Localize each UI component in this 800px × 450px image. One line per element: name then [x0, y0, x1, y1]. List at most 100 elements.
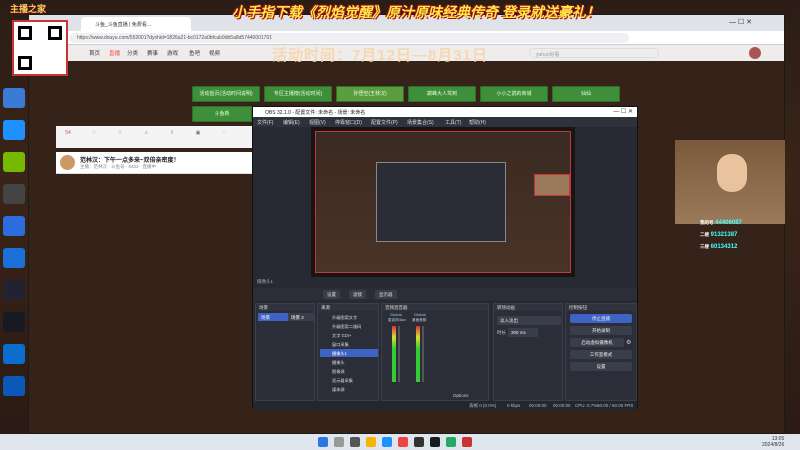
- obs-window-controls[interactable]: — ☐ ✕: [613, 108, 633, 115]
- mixer-meter-label: 麦克风/Aux: [388, 318, 406, 322]
- qr-finder: [18, 56, 32, 70]
- scene-item[interactable]: 场景 2: [288, 313, 314, 321]
- display-button[interactable]: 显示器: [375, 290, 397, 299]
- app-icon[interactable]: [462, 437, 472, 447]
- gear-icon[interactable]: ⚙: [626, 339, 631, 346]
- banner-tab-2[interactable]: 孙悟空(王林汉): [336, 86, 404, 102]
- bag-icon[interactable]: ▣: [192, 130, 204, 140]
- bitrate: 0 kbps: [507, 403, 521, 408]
- browser-icon[interactable]: [3, 120, 25, 140]
- taskview-icon[interactable]: [350, 437, 360, 447]
- source-item[interactable]: 升级图案文字: [320, 313, 378, 321]
- qr-code: [12, 20, 68, 76]
- steam-icon[interactable]: [3, 312, 25, 332]
- app-icon[interactable]: [3, 280, 25, 300]
- source-item[interactable]: 摄像头1: [320, 349, 378, 357]
- volume-slider[interactable]: [422, 326, 424, 382]
- source-item[interactable]: 媒体源: [320, 385, 378, 393]
- avatar[interactable]: [749, 47, 761, 59]
- virtual-camera-button[interactable]: 启动虚拟摄像机: [570, 338, 624, 347]
- nav-games[interactable]: 游戏: [167, 49, 178, 57]
- nvidia-icon[interactable]: [3, 152, 25, 172]
- like-icon[interactable]: ☆: [114, 130, 126, 140]
- search-icon[interactable]: [334, 437, 344, 447]
- obs-icon[interactable]: [414, 437, 424, 447]
- tab-douyu[interactable]: 斗鱼_斗鱼直播 | 免费看...: [81, 17, 191, 31]
- source-item[interactable]: 文字 GDI+: [320, 331, 378, 339]
- player-toolbar: 54 ♡ ☆ ♫ ⇪ ▣ ⋯: [56, 126, 254, 148]
- sources-dock: 来源 升级图案文字 升级图案二维码 文字 GDI+ 窗口采集 摄像头1 摄像头 …: [317, 303, 379, 401]
- nested-obs-preview: [376, 162, 506, 242]
- menu-scene-collection[interactable]: 场景集合(S): [407, 119, 434, 126]
- nav-live[interactable]: 直播: [109, 49, 120, 57]
- app-icon[interactable]: [446, 437, 456, 447]
- volume-slider[interactable]: [398, 326, 400, 382]
- scenes-title: 场景: [256, 304, 314, 311]
- sources-title: 来源: [318, 304, 378, 311]
- banner-tab-3[interactable]: 巅峰大人驾到: [408, 86, 476, 102]
- nav-fishbar[interactable]: 鱼吧: [189, 49, 200, 57]
- room-title: 范林汉：下午一点多来~双倍亲密度！: [80, 158, 180, 164]
- menu-view[interactable]: 视图(V): [309, 119, 326, 126]
- source-item[interactable]: 图像源: [320, 367, 378, 375]
- stop-streaming-button[interactable]: 停止直播: [570, 314, 632, 323]
- menu-docks[interactable]: 停靠窗口(D): [335, 119, 362, 126]
- clock[interactable]: 13:05 2024/8/26: [762, 436, 784, 448]
- gift-icon[interactable]: ♡: [88, 130, 100, 140]
- more-icon[interactable]: ⋯: [218, 130, 230, 140]
- level-icon: 54: [65, 130, 71, 136]
- banner-tab-4[interactable]: 小小之鸽的商城: [480, 86, 548, 102]
- source-item[interactable]: 摄像头: [320, 358, 378, 366]
- douyu-icon[interactable]: [398, 437, 408, 447]
- banner-tab-6[interactable]: 斗鱼新: [192, 106, 252, 122]
- game-icon[interactable]: [3, 216, 25, 236]
- address-bar: ← → ⟳ https://www.douyu.com/552001?dyshi…: [29, 31, 784, 45]
- browser-icon[interactable]: [382, 437, 392, 447]
- transition-select[interactable]: 淡入淡出: [497, 316, 561, 325]
- menu-edit[interactable]: 编辑(E): [283, 119, 300, 126]
- settings-button[interactable]: 设置: [323, 290, 340, 299]
- preview-canvas[interactable]: [311, 127, 575, 277]
- streamer-avatar[interactable]: [60, 155, 75, 170]
- scene-item[interactable]: 场景: [258, 313, 288, 321]
- search-input[interactable]: yuhuo好看: [529, 48, 659, 58]
- banner-tab-5[interactable]: 仙仙: [552, 86, 620, 102]
- share-icon[interactable]: ⇪: [166, 130, 178, 140]
- settings-button-2[interactable]: 设置: [570, 362, 632, 371]
- controls-title: 控制按钮: [566, 304, 636, 311]
- menu-profile[interactable]: 配置文件(P): [371, 119, 398, 126]
- explorer-icon[interactable]: [366, 437, 376, 447]
- window-controls[interactable]: — ☐ ✕: [729, 18, 752, 26]
- source-item[interactable]: 升级图案二维码: [320, 322, 378, 330]
- shortcut-icon[interactable]: [3, 376, 25, 396]
- menu-file[interactable]: 文件(F): [257, 119, 273, 126]
- source-item[interactable]: 窗口采集: [320, 340, 378, 348]
- url-input[interactable]: https://www.douyu.com/552001?dyshid=1826…: [69, 33, 629, 43]
- room-info: 范林汉：下午一点多来~双倍亲密度！ 主播：范林汉 · 斗鱼号 · 6433 · …: [56, 152, 254, 174]
- banner-tab-1[interactable]: 专区主播榜(活动时间): [264, 86, 332, 102]
- settings-icon[interactable]: [3, 344, 25, 364]
- menu-help[interactable]: 帮助(H): [469, 119, 486, 126]
- filters-button[interactable]: 滤镜: [349, 290, 366, 299]
- banner-tab-0[interactable]: 活动首页(活动时间说明): [192, 86, 260, 102]
- nav-category[interactable]: 分类: [127, 49, 138, 57]
- nav-home[interactable]: 首页: [89, 49, 100, 57]
- options-button[interactable]: Options: [453, 393, 469, 398]
- steam-icon[interactable]: [430, 437, 440, 447]
- recycle-bin-icon[interactable]: [3, 88, 25, 108]
- duration-input[interactable]: 300 ms: [508, 328, 538, 337]
- nav-events[interactable]: 赛事: [147, 49, 158, 57]
- studio-mode-button[interactable]: 工作室模式: [570, 350, 632, 359]
- promo-banner: 小手指下载《烈焰觉醒》原汁原味经典传奇 登录就送豪礼！: [232, 4, 600, 20]
- current-scene-label: 摄像头1: [257, 279, 274, 284]
- folder-icon[interactable]: [3, 248, 25, 268]
- nav-video[interactable]: 视频: [209, 49, 220, 57]
- start-icon[interactable]: [318, 437, 328, 447]
- source-item[interactable]: 显示器采集: [320, 376, 378, 384]
- menu-tools[interactable]: 工具(T): [445, 119, 461, 126]
- obs-icon[interactable]: [3, 184, 25, 204]
- controls-dock: 控制按钮 停止直播 开始录制 启动虚拟摄像机 ⚙ 工作室模式 设置: [565, 303, 637, 401]
- transitions-title: 转场动画: [494, 304, 562, 311]
- start-recording-button[interactable]: 开始录制: [570, 326, 632, 335]
- audio-icon[interactable]: ♫: [140, 130, 152, 140]
